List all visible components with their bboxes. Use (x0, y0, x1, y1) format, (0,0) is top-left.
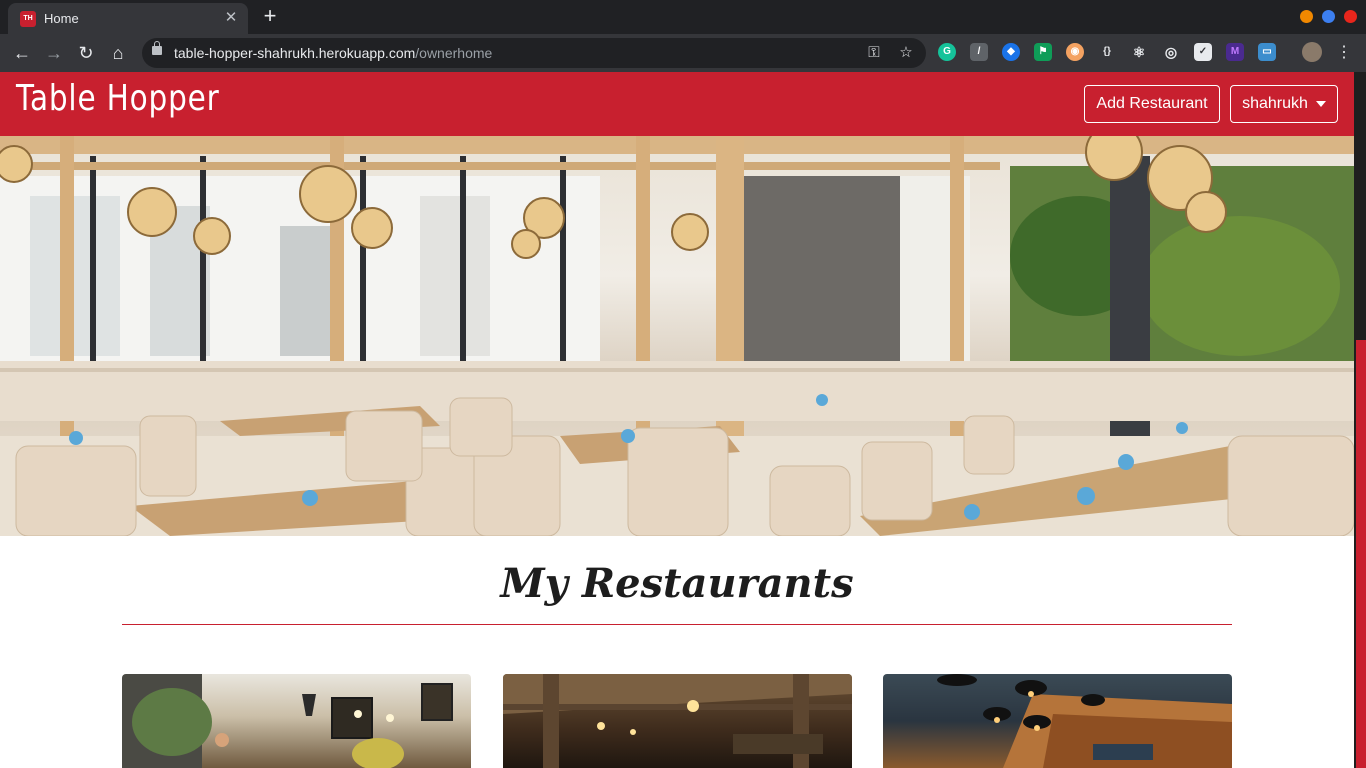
address-bar[interactable]: table-hopper-shahrukh.herokuapp.com/owne… (142, 38, 926, 68)
window-extension-icon[interactable]: ▭ (1258, 43, 1276, 61)
pen-extension-icon[interactable]: / (970, 43, 988, 61)
key-icon[interactable]: ⚿ (864, 43, 884, 63)
lock-icon[interactable] (152, 41, 162, 55)
m-extension-icon[interactable]: M (1226, 43, 1244, 61)
menu-dots-icon[interactable]: ⋮ (1332, 41, 1356, 65)
restaurant-card-2[interactable] (503, 674, 852, 768)
page-scrollbar-thumb[interactable] (1356, 340, 1366, 768)
restaurant-photo-1 (122, 674, 453, 768)
star-icon[interactable]: ☆ (896, 43, 916, 63)
restaurant-card-3[interactable] (883, 674, 1232, 768)
arrow-right-icon[interactable]: → (42, 41, 66, 65)
page-title: My Restaurants (500, 560, 854, 607)
title-divider (122, 624, 1232, 625)
tab-favicon: TH (20, 11, 36, 27)
grammarly-extension-icon[interactable]: G (938, 43, 956, 61)
arrow-left-icon[interactable]: ← (10, 41, 34, 65)
restaurant-photo-2 (503, 674, 852, 768)
browser-tab-bar: TH Home ✕ + (0, 0, 1366, 34)
json-extension-icon[interactable]: {} (1098, 43, 1116, 61)
minimize-button[interactable] (1300, 10, 1313, 23)
site-navbar: Table Hopper Add Restaurant shahrukh (0, 72, 1354, 136)
close-icon[interactable]: ✕ (222, 9, 240, 27)
add-restaurant-button[interactable]: Add Restaurant (1084, 85, 1220, 123)
restaurant-card-1[interactable] (122, 674, 471, 768)
tab-title: Home (44, 11, 79, 26)
brand-logo[interactable]: Table Hopper (16, 78, 220, 119)
owl-extension-icon[interactable]: ◉ (1066, 43, 1084, 61)
flag-extension-icon[interactable]: ⚑ (1034, 43, 1052, 61)
url-host: table-hopper-shahrukh.herokuapp.com (174, 45, 416, 61)
target-extension-icon[interactable]: ◎ (1162, 43, 1180, 61)
hero-image (0, 136, 1354, 536)
user-menu-label: shahrukh (1242, 95, 1308, 112)
window-close-button[interactable] (1344, 10, 1357, 23)
user-menu-button[interactable]: shahrukh (1230, 85, 1338, 123)
restaurant-interior-illustration (0, 136, 1354, 536)
maximize-button[interactable] (1322, 10, 1335, 23)
browser-toolbar: ← → ↻ ⌂ table-hopper-shahrukh.herokuapp.… (0, 34, 1366, 72)
new-tab-icon[interactable]: + (260, 5, 280, 27)
react-extension-icon[interactable]: ⚛ (1130, 43, 1148, 61)
browser-tab[interactable]: TH Home ✕ (8, 3, 248, 34)
drop-extension-icon[interactable]: ◆ (1002, 43, 1020, 61)
home-icon[interactable]: ⌂ (106, 41, 130, 65)
page-extension-icon[interactable]: ✓ (1194, 43, 1212, 61)
caret-down-icon (1315, 100, 1326, 107)
restaurant-photo-3 (937, 674, 1232, 768)
address-url[interactable]: table-hopper-shahrukh.herokuapp.com/owne… (174, 45, 492, 61)
profile-avatar[interactable] (1302, 42, 1322, 62)
url-path: /ownerhome (415, 45, 493, 61)
reload-icon[interactable]: ↻ (74, 41, 98, 65)
